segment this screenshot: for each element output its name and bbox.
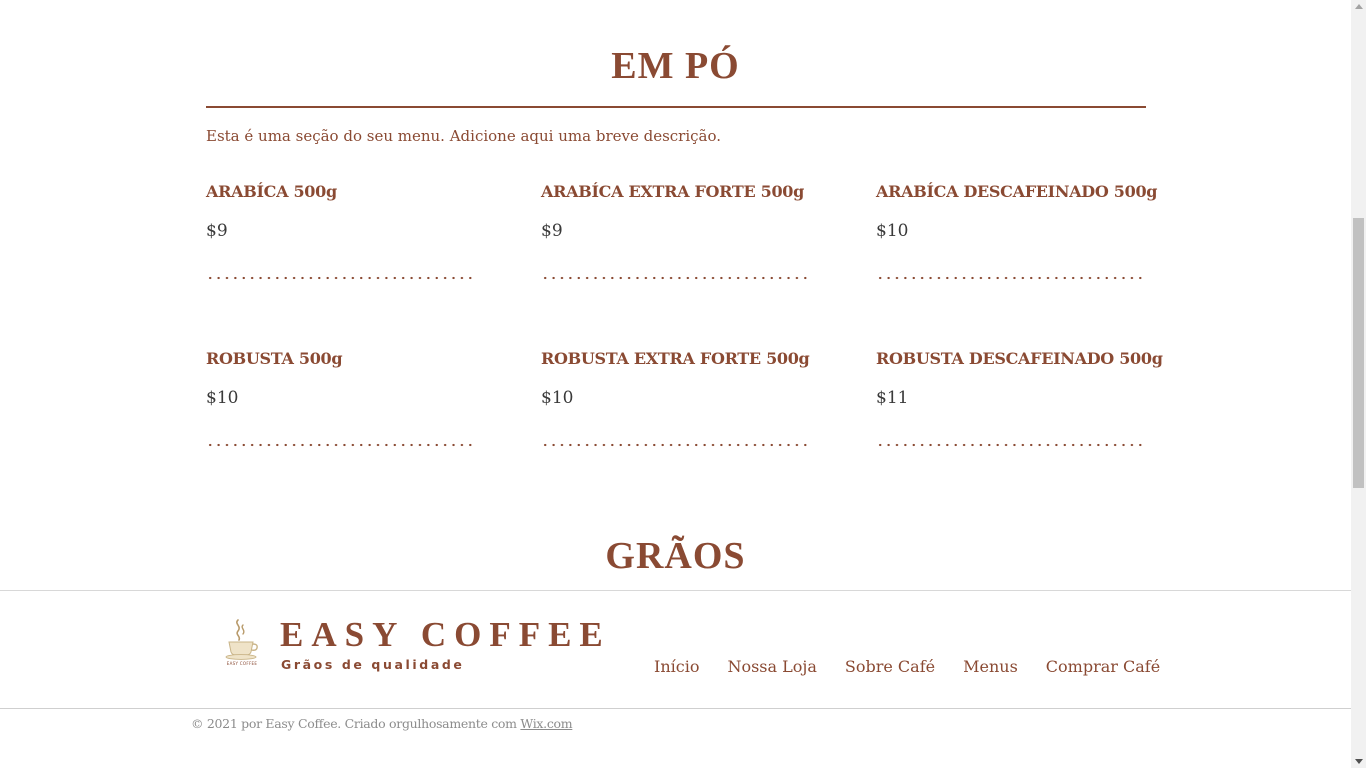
coffee-cup-icon[interactable]: EASY COFFEE [222,617,262,669]
menu-item-name: ARABÍCA 500g [206,182,337,201]
scrollbar-thumb[interactable] [1353,218,1364,488]
menu-item: ARABÍCA EXTRA FORTE 500g $9 [541,182,811,302]
menu-item-name: ROBUSTA DESCAFEINADO 500g [876,349,1163,368]
nav-item-nossa-loja[interactable]: Nossa Loja [713,653,830,680]
brand-tagline: Grãos de qualidade [281,657,465,672]
menu-item: ROBUSTA 500g $10 [206,349,476,469]
section-title-em-po: EM PÓ [611,45,740,87]
site-footer: EASY COFFEE EASY COFFEE Grãos de qualida… [0,590,1351,709]
dotted-separator [206,276,476,280]
brand-name[interactable]: EASY COFFEE [280,615,611,655]
wix-link[interactable]: Wix.com [520,716,572,731]
menu-item: ROBUSTA DESCAFEINADO 500g $11 [876,349,1163,469]
menu-item: ARABÍCA 500g $9 [206,182,476,302]
menu-item-price: $10 [541,388,574,408]
menu-item-name: ROBUSTA 500g [206,349,343,368]
menu-item-price: $9 [541,221,563,241]
menu-item-price: $9 [206,221,228,241]
nav-item-inicio[interactable]: Início [640,653,713,680]
copyright-text: © 2021 por Easy Coffee. Criado orgulhosa… [191,716,521,731]
nav-item-sobre-cafe[interactable]: Sobre Café [831,653,949,680]
menu-page: EM PÓ Esta é uma seção do seu menu. Adic… [0,0,1351,768]
scroll-up-arrow-icon[interactable] [1355,4,1363,9]
section-description: Esta é uma seção do seu menu. Adicione a… [206,127,722,145]
section-divider [206,106,1146,108]
menu-item-name: ROBUSTA EXTRA FORTE 500g [541,349,810,368]
menu-item-price: $11 [876,388,909,408]
dotted-separator [541,443,811,447]
vertical-scrollbar[interactable] [1351,0,1366,768]
menu-item-name: ARABÍCA EXTRA FORTE 500g [541,182,805,201]
dotted-separator [541,276,811,280]
menu-item: ROBUSTA EXTRA FORTE 500g $10 [541,349,811,469]
logo-small-text: EASY COFFEE [226,661,258,666]
section-title-graos: GRÃOS [605,535,746,577]
menu-item-price: $10 [876,221,909,241]
menu-item-name: ARABÍCA DESCAFEINADO 500g [876,182,1158,201]
nav-item-menus[interactable]: Menus [949,653,1032,680]
menu-item: ARABÍCA DESCAFEINADO 500g $10 [876,182,1157,302]
dotted-separator [206,443,476,447]
dotted-separator [876,276,1146,280]
nav-item-comprar-cafe[interactable]: Comprar Café [1032,653,1174,680]
copyright-notice: © 2021 por Easy Coffee. Criado orgulhosa… [191,716,573,731]
footer-nav: Início Nossa Loja Sobre Café Menus Compr… [640,653,1174,680]
menu-item-price: $10 [206,388,239,408]
dotted-separator [876,443,1146,447]
scroll-down-arrow-icon[interactable] [1355,759,1363,764]
